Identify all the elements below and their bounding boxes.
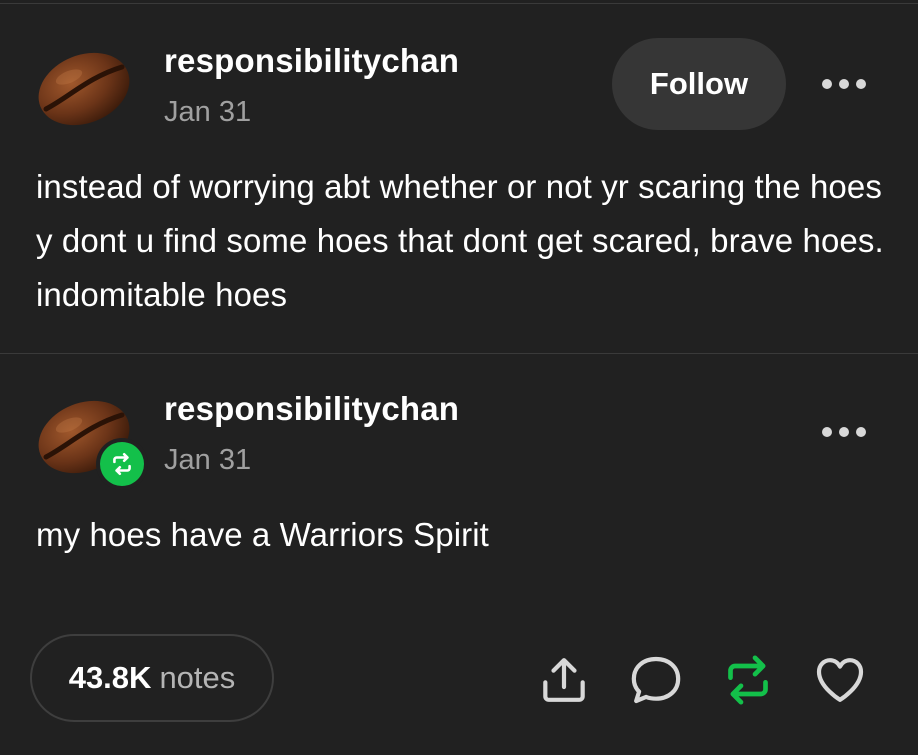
- reblog-icon: [728, 655, 768, 705]
- avatar[interactable]: [34, 47, 134, 131]
- reblog-button[interactable]: [720, 652, 776, 708]
- reply-icon: [631, 656, 681, 704]
- reblog-more-options-icon[interactable]: [822, 425, 866, 439]
- follow-button[interactable]: Follow: [612, 38, 786, 130]
- reply-button[interactable]: [628, 652, 684, 708]
- share-icon: [543, 658, 585, 702]
- more-options-icon[interactable]: [822, 77, 866, 91]
- dot: [839, 79, 849, 89]
- post-body-text: instead of worrying abt whether or not y…: [36, 168, 884, 313]
- reblog-username[interactable]: responsibilitychan: [164, 390, 459, 428]
- notes-button[interactable]: 43.8K notes: [30, 634, 274, 722]
- like-icon: [816, 658, 864, 702]
- dot: [822, 427, 832, 437]
- dot: [856, 79, 866, 89]
- notes-label: notes: [159, 660, 236, 695]
- top-divider: [0, 3, 918, 4]
- reblog-date[interactable]: Jan 31: [164, 444, 251, 477]
- notes-count: 43.8K: [68, 660, 152, 695]
- share-button[interactable]: [536, 652, 592, 708]
- dot: [822, 79, 832, 89]
- post-username[interactable]: responsibilitychan: [164, 42, 459, 80]
- reblog-body-text: my hoes have a Warriors Spirit: [36, 516, 489, 553]
- post-date[interactable]: Jan 31: [164, 96, 251, 129]
- coffee-bean-icon: [38, 52, 130, 126]
- reblog-badge-icon: [113, 452, 131, 476]
- like-button[interactable]: [812, 652, 868, 708]
- dot: [856, 427, 866, 437]
- dot: [839, 427, 849, 437]
- post-divider: [0, 353, 918, 354]
- reblog-badge: [96, 438, 148, 490]
